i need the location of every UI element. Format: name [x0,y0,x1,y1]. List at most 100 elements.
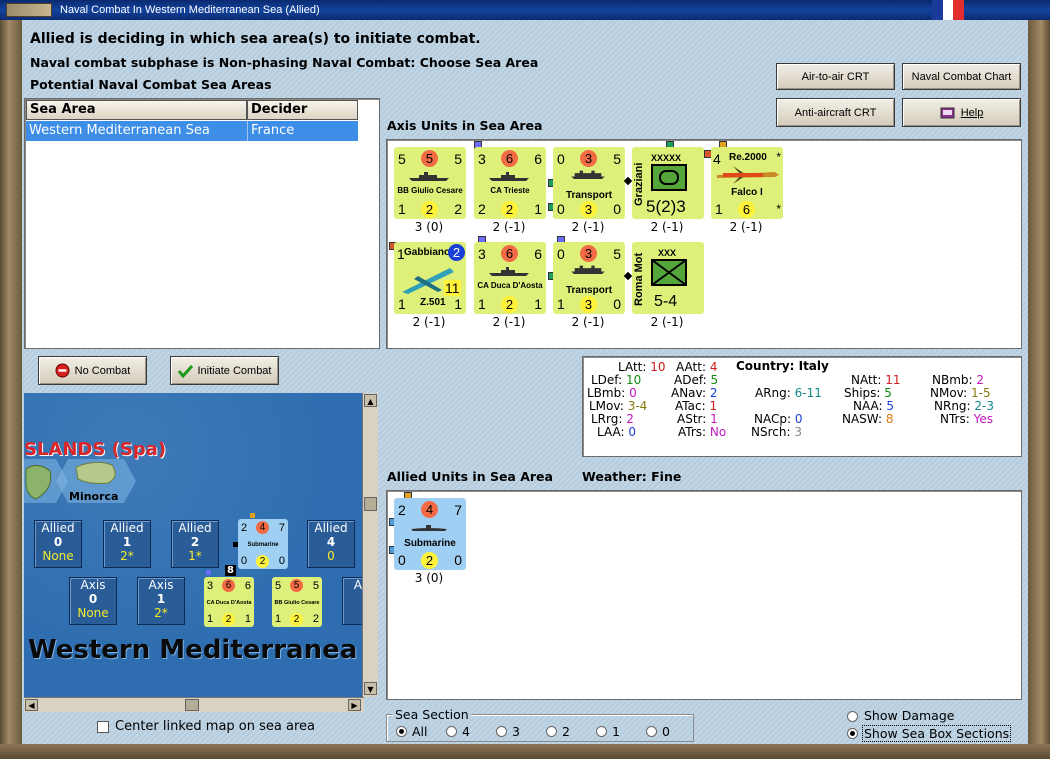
column-header-sea-area[interactable]: Sea Area [26,100,247,120]
unit-counter-bb-giulio-cesare[interactable]: 5 5 5 BB Giulio Cesare 1 2 2 [394,147,466,219]
window-menu-icon[interactable] [6,3,52,17]
radio-label-4: 4 [462,724,470,739]
unit-bottom-right: 0 [613,296,621,312]
naval-combat-chart-button[interactable]: Naval Combat Chart [902,63,1021,90]
unit-counter-ca-trieste[interactable]: 3 6 6 CA Trieste 2 2 1 [474,147,546,219]
map-counter-submarine[interactable]: 2 4 7 Submarine 0 2 0 [238,519,288,569]
unit-top-left: 5 [398,151,406,167]
radio-sea-section-4[interactable] [446,726,457,737]
unit-caption: 2 (-1) [571,220,605,234]
sea-box-allied-4[interactable]: Allied 4 0 [307,520,355,568]
transport-ship-icon [571,170,605,179]
counter-tc: 6 [222,579,235,592]
sea-box-axis-0[interactable]: Axis 0 None [69,577,117,625]
column-header-decider[interactable]: Decider [247,100,358,120]
box-name: Allied [314,521,348,535]
no-combat-button[interactable]: No Combat [38,356,147,385]
unit-name: Falco I [731,187,763,198]
unit-caption: 2 (-1) [492,220,526,234]
cell-sea-area: Western Mediterranean Sea [29,123,210,138]
weather-label: Weather: Fine [582,469,681,484]
counter-br: 1 [244,613,251,625]
unit-top-right: 2 [448,244,465,261]
unit-bottom-left: 2 [478,201,486,217]
unit-top-left: 3 [478,246,486,262]
unit-name: CA Trieste [490,186,530,195]
unit-counter-ca-duca-daosta[interactable]: 3 6 6 CA Duca D'Aosta 1 2 1 [474,242,546,314]
unit-bottom-right: 1 [454,296,462,312]
scroll-right-icon[interactable]: ▶ [348,699,361,711]
scroll-up-icon[interactable]: ▲ [364,394,377,407]
radio-label-all: All [412,724,428,739]
window-border-bottom [0,744,1050,759]
unit-top-center: 6 [501,150,518,167]
counter-name: CA Duca D'Aosta [206,600,252,606]
center-map-checkbox[interactable] [97,721,109,733]
unit-star: * [776,202,781,216]
title-bar[interactable]: Naval Combat In Western Mediterranean Se… [0,0,1050,20]
air-to-air-crt-button[interactable]: Air-to-air CRT [776,63,895,90]
unit-bottom-center: 2 [501,296,518,313]
unit-counter-z501[interactable]: 1 Gabbiano 2 Z.501 1 11 1 [394,242,466,314]
scroll-left-icon[interactable]: ◀ [25,699,38,711]
show-damage-label: Show Damage [864,708,955,723]
unit-top-left: 0 [557,151,565,167]
table-header: Sea Area Decider [26,100,358,120]
unit-strength: 5(2)3 [646,197,686,216]
counter-tc: 4 [256,521,269,534]
radio-sea-section-1[interactable] [596,726,607,737]
radio-sea-section-0[interactable] [646,726,657,737]
radio-sea-section-2[interactable] [546,726,557,737]
map-vertical-scrollbar[interactable]: ▲ ▼ [362,393,378,697]
vertical-scroll-thumb[interactable] [364,497,377,511]
radio-sea-section-all[interactable] [396,726,407,737]
unit-bottom-center: 2 [421,552,438,569]
box-value: 0 [53,535,63,549]
unit-counter-transport[interactable]: 0 3 5 Transport 0 3 0 [553,147,625,219]
counter-tc: 5 [290,579,303,592]
table-row[interactable]: Western Mediterranean Sea France [26,121,358,141]
anti-aircraft-crt-button[interactable]: Anti-aircraft CRT [776,98,895,127]
initiate-combat-button[interactable]: Initiate Combat [170,356,279,385]
unit-counter-graziani[interactable]: Graziani XXXXX 5(2)3 [632,147,704,219]
subphase-text: Naval combat subphase is Non-phasing Nav… [30,55,539,70]
checkmark-icon [177,364,193,378]
unit-top-right: 5 [613,246,621,262]
unit-counter-submarine[interactable]: 2 4 7 Submarine 0 2 0 [394,498,466,570]
unit-bottom-left: 1 [557,296,565,312]
counter-bc: 2 [222,613,235,626]
unit-bottom-center: 6 [738,201,755,218]
unit-strength: 5-4 [654,293,678,310]
unit-counter-transport-2[interactable]: 0 3 5 Transport 1 3 0 [553,242,625,314]
scroll-down-icon[interactable]: ▼ [364,682,377,695]
axis-units-label: Axis Units in Sea Area [387,118,543,133]
unit-counter-falco-i[interactable]: 4 Re.2000 * Falco I 1 6 * [711,147,783,219]
counter-bc: 2 [290,613,303,626]
show-damage-radio[interactable] [847,711,858,722]
window-title: Naval Combat In Western Mediterranean Se… [60,4,320,16]
sea-box-allied-0[interactable]: Allied 0 None [34,520,82,568]
radio-sea-section-3[interactable] [496,726,507,737]
sea-box-allied-1[interactable]: Allied 1 2* [103,520,151,568]
sea-box-axis-partial[interactable]: A [342,577,364,625]
unit-bottom-right: 2 [454,201,462,217]
unit-name: BB Giulio Cesare [397,186,463,195]
cell-decider: France [247,121,358,141]
unit-counter-roma-mot[interactable]: Roma Mot XXX 5-4 [632,242,704,314]
help-button[interactable]: Help [902,98,1021,127]
show-sea-box-sections-radio[interactable] [847,728,858,739]
sea-box-axis-1[interactable]: Axis 1 2* [137,577,185,625]
horizontal-scroll-thumb[interactable] [185,699,199,711]
unit-name: Graziani [633,162,645,206]
unit-bottom-right: 0 [454,552,462,568]
unit-top-right: 5 [454,151,462,167]
map-counter-bb-giulio-cesare[interactable]: 5 5 5 BB Giulio Cesare 1 2 2 [272,577,322,627]
linked-map[interactable]: SLANDS (Spa) Minorca Allied 0 None Allied 1… [24,393,364,697]
sea-box-allied-2[interactable]: Allied 2 1* [171,520,219,568]
unit-name: Submarine [404,538,456,549]
map-counter-ca-duca-daosta[interactable]: 3 6 6 CA Duca D'Aosta 1 2 1 [204,577,254,627]
map-horizontal-scrollbar[interactable]: ◀ ▶ [24,697,364,712]
motorized-infantry-icon [651,259,687,286]
counter-br: 0 [278,555,285,567]
naval-combat-chart-label: Naval Combat Chart [911,70,1012,83]
